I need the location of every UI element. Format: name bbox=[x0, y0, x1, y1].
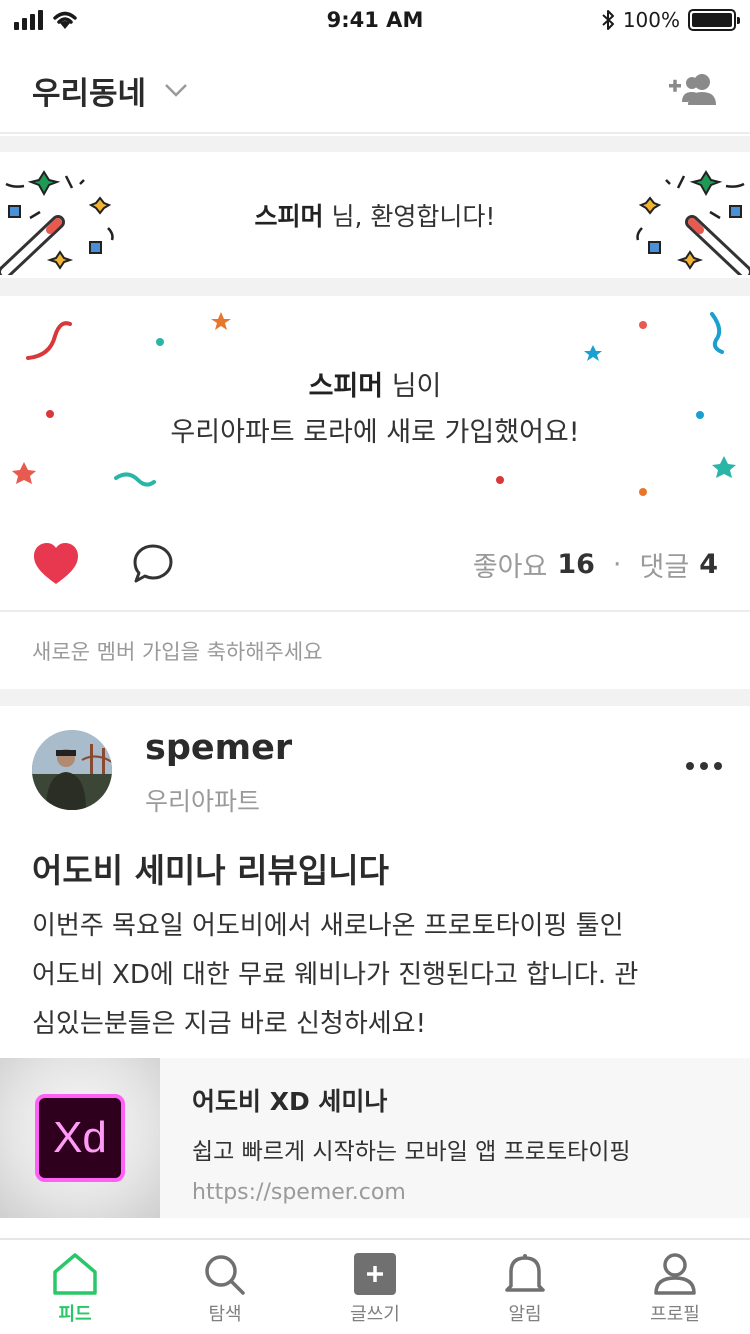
member-join-card bbox=[0, 296, 750, 689]
comments-label: 댓글 bbox=[639, 551, 690, 583]
divider bbox=[0, 610, 750, 612]
avatar-image bbox=[32, 730, 112, 810]
page-title: 우리동네 bbox=[32, 75, 147, 112]
party-popper-left-icon bbox=[0, 170, 114, 275]
tab-label: 알림 bbox=[508, 1304, 542, 1325]
heart-icon[interactable] bbox=[32, 542, 80, 586]
tab-label: 글쓰기 bbox=[350, 1304, 400, 1325]
join-line-1-text: 님이 bbox=[383, 371, 442, 402]
bluetooth-icon bbox=[602, 10, 614, 30]
post-card: spemer 우리아파트 어도비 세미나 리뷰입니다 이번주 목요일 어도비에서… bbox=[0, 706, 750, 1236]
stats-separator: · bbox=[612, 548, 622, 580]
welcome-message: 스피머 님, 환영합니다! bbox=[255, 197, 496, 233]
status-right: 100% bbox=[601, 8, 740, 32]
battery-icon bbox=[688, 9, 740, 31]
battery-fill bbox=[692, 13, 732, 27]
likes-label: 좋아요 bbox=[472, 551, 548, 583]
link-info: 어도비 XD 세미나 쉽고 빠르게 시작하는 모바일 앱 프로토타이핑 http… bbox=[160, 1058, 631, 1218]
tab-notifications[interactable]: 알림 bbox=[450, 1240, 600, 1334]
party-popper-right-icon bbox=[636, 170, 750, 275]
join-line-1: 스피머 님이 bbox=[0, 364, 750, 410]
welcome-text: 님, 환영합니다! bbox=[323, 202, 496, 231]
section-gap bbox=[0, 278, 750, 296]
link-preview-card[interactable]: Xd 어도비 XD 세미나 쉽고 빠르게 시작하는 모바일 앱 프로토타이핑 h… bbox=[0, 1058, 750, 1218]
tab-bar: 피드 탐색 글쓰기 알림 프로필 bbox=[0, 1238, 750, 1334]
status-left bbox=[14, 9, 79, 31]
tab-explore[interactable]: 탐색 bbox=[150, 1240, 300, 1334]
neighborhood-selector[interactable]: 우리동네 bbox=[32, 68, 188, 113]
author-name[interactable]: spemer bbox=[145, 728, 292, 768]
section-gap bbox=[0, 689, 750, 706]
tab-label: 프로필 bbox=[650, 1304, 700, 1325]
section-gap bbox=[0, 136, 750, 152]
post-body[interactable]: 이번주 목요일 어도비에서 새로나온 프로토타이핑 툴인 어도비 XD에 대한 … bbox=[32, 902, 722, 1049]
adobe-xd-logo: Xd bbox=[35, 1094, 125, 1182]
battery-percent: 100% bbox=[622, 8, 680, 32]
link-title: 어도비 XD 세미나 bbox=[192, 1087, 388, 1116]
join-user: 스피머 bbox=[308, 371, 384, 402]
tab-label: 탐색 bbox=[208, 1304, 242, 1325]
join-line-2: 우리아파트 로라에 새로 가입했어요! bbox=[170, 417, 580, 448]
comments-count: 4 bbox=[699, 548, 718, 580]
wifi-icon bbox=[53, 11, 77, 29]
avatar[interactable] bbox=[32, 730, 112, 810]
tab-feed[interactable]: 피드 bbox=[0, 1240, 150, 1334]
reaction-row: 좋아요 16 · 댓글 4 bbox=[0, 534, 750, 594]
link-description: 쉽고 빠르게 시작하는 모바일 앱 프로토타이핑 bbox=[192, 1139, 631, 1165]
more-options-icon[interactable] bbox=[686, 762, 722, 770]
person-icon bbox=[654, 1253, 696, 1295]
comment-icon[interactable] bbox=[132, 543, 174, 585]
tab-profile[interactable]: 프로필 bbox=[600, 1240, 750, 1334]
post-body-line: 어도비 XD에 대한 무료 웨비나가 진행된다고 합니다. 관 bbox=[32, 960, 639, 990]
add-friend-icon[interactable] bbox=[666, 72, 718, 108]
search-icon bbox=[205, 1255, 245, 1295]
likes-count: 16 bbox=[557, 548, 595, 580]
tab-write[interactable]: 글쓰기 bbox=[300, 1240, 450, 1334]
link-url: https://spemer.com bbox=[192, 1180, 406, 1205]
welcome-banner: 스피머 님, 환영합니다! bbox=[0, 152, 750, 278]
post-body-line: 심있는분들은 지금 바로 신청하세요! bbox=[32, 1009, 427, 1039]
tab-label: 피드 bbox=[58, 1304, 92, 1325]
reaction-stats: 좋아요 16 · 댓글 4 bbox=[473, 545, 718, 584]
welcome-user: 스피머 bbox=[254, 202, 324, 231]
join-message: 스피머 님이 우리아파트 로라에 새로 가입했어요! bbox=[0, 364, 750, 456]
author-location: 우리아파트 bbox=[145, 787, 261, 816]
bell-icon bbox=[505, 1254, 545, 1292]
congrats-prompt[interactable]: 새로운 멤버 가입을 축하해주세요 bbox=[32, 636, 323, 666]
home-icon bbox=[53, 1253, 97, 1295]
post-body-line: 이번주 목요일 어도비에서 새로나온 프로토타이핑 툴인 bbox=[32, 911, 624, 941]
link-thumbnail: Xd bbox=[0, 1058, 160, 1218]
chevron-down-icon bbox=[165, 84, 187, 97]
plus-square-icon bbox=[354, 1253, 396, 1295]
signal-icon bbox=[14, 10, 43, 30]
status-bar: 9:41 AM 100% bbox=[0, 0, 750, 40]
app-header: 우리동네 bbox=[0, 48, 750, 134]
post-title[interactable]: 어도비 세미나 리뷰입니다 bbox=[32, 844, 389, 892]
